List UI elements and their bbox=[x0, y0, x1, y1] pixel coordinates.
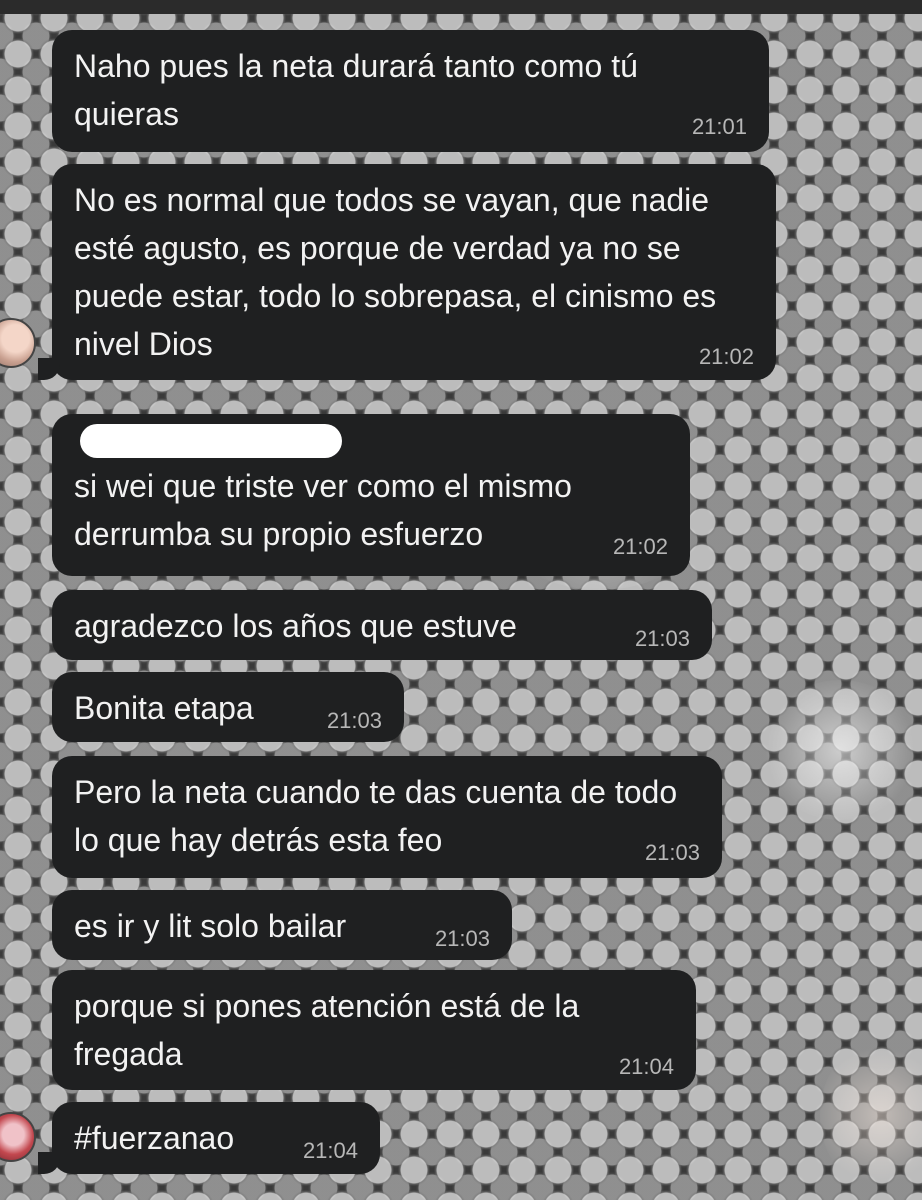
background-sparkle bbox=[820, 1040, 922, 1190]
message-text: agradezco los años que estuve bbox=[74, 608, 517, 644]
message-text: No es normal que todos se vayan, que nad… bbox=[74, 182, 717, 362]
message-bubble[interactable]: agradezco los años que estuve 21:03 bbox=[52, 590, 712, 660]
message-text: porque si pones atención está de la freg… bbox=[74, 988, 580, 1072]
message-bubble[interactable]: Bonita etapa 21:03 bbox=[52, 672, 404, 742]
message-bubble[interactable]: #fuerzanao 21:04 bbox=[52, 1102, 380, 1174]
message-text: Bonita etapa bbox=[74, 690, 254, 726]
message-text: Naho pues la neta durará tanto como tú q… bbox=[74, 48, 638, 132]
message-time: 21:03 bbox=[644, 840, 700, 865]
bubble-tail bbox=[38, 1152, 60, 1174]
message-time: 21:04 bbox=[618, 1054, 674, 1079]
message-time: 21:02 bbox=[612, 534, 668, 559]
message-time: 21:01 bbox=[691, 114, 747, 139]
message-bubble[interactable]: es ir y lit solo bailar 21:03 bbox=[52, 890, 512, 960]
message-time: 21:02 bbox=[698, 344, 754, 369]
message-text: es ir y lit solo bailar bbox=[74, 908, 347, 944]
message-text: si wei que triste ver como el mismo derr… bbox=[74, 468, 572, 552]
message-time: 21:04 bbox=[302, 1138, 358, 1163]
message-bubble[interactable]: Naho pues la neta durará tanto como tú q… bbox=[52, 30, 769, 152]
message-bubble[interactable]: Pero la neta cuando te das cuenta de tod… bbox=[52, 756, 722, 878]
bubble-tail bbox=[38, 358, 60, 380]
redacted-sender-name bbox=[80, 424, 342, 458]
background-sparkle bbox=[760, 680, 920, 820]
message-time: 21:03 bbox=[326, 708, 382, 733]
top-status-strip bbox=[0, 0, 922, 14]
message-time: 21:03 bbox=[634, 626, 690, 651]
message-bubble[interactable]: No es normal que todos se vayan, que nad… bbox=[52, 164, 776, 380]
message-time: 21:03 bbox=[434, 926, 490, 951]
message-bubble[interactable]: si wei que triste ver como el mismo derr… bbox=[52, 414, 690, 576]
message-text: Pero la neta cuando te das cuenta de tod… bbox=[74, 774, 678, 858]
avatar[interactable] bbox=[0, 1112, 36, 1162]
message-text: #fuerzanao bbox=[74, 1120, 235, 1156]
avatar[interactable] bbox=[0, 318, 36, 368]
message-bubble[interactable]: porque si pones atención está de la freg… bbox=[52, 970, 696, 1090]
